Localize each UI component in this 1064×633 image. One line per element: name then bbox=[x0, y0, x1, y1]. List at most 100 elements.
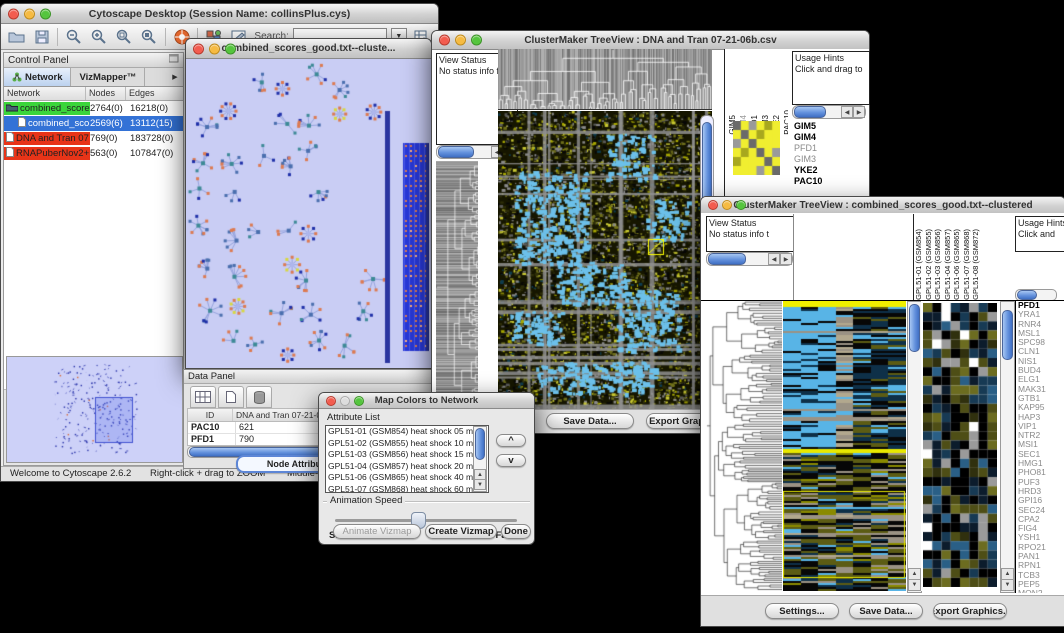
minimize-button[interactable] bbox=[24, 8, 35, 19]
scroll-left-icon[interactable]: ◀ bbox=[768, 253, 780, 265]
heatmap-canvas[interactable] bbox=[498, 111, 712, 409]
attribute-list[interactable]: GPL51-01 (GSM854) heat shock 05 minGPL51… bbox=[325, 425, 489, 493]
attribute-item[interactable]: GPL51-06 (GSM865) heat shock 40 min bbox=[326, 472, 488, 484]
heatmap-vscrollbar[interactable]: ▲ ▼ bbox=[907, 301, 922, 593]
usage-hints-hscrollbar[interactable]: ◀ ▶ bbox=[792, 105, 866, 119]
scroll-right-icon[interactable]: ▶ bbox=[853, 106, 865, 118]
delete-attribute-icon[interactable] bbox=[246, 386, 272, 408]
minimize-button[interactable] bbox=[722, 200, 732, 210]
close-button[interactable] bbox=[439, 35, 450, 46]
gene-label[interactable]: MON2 bbox=[1018, 589, 1064, 593]
zoom-button[interactable] bbox=[736, 200, 746, 210]
save-icon[interactable] bbox=[32, 28, 51, 46]
column-label: GPL51-07 (GSM868) bbox=[962, 229, 972, 300]
scroll-down-icon[interactable]: ▼ bbox=[474, 479, 486, 490]
float-panel-icon[interactable] bbox=[169, 54, 179, 66]
zoom-selected-icon[interactable] bbox=[140, 28, 159, 46]
treeview-action-button[interactable]: Settings... bbox=[765, 603, 839, 619]
network-view-titlebar[interactable]: combined_scores_good.txt--cluste... bbox=[186, 39, 431, 59]
tab-vizmapper[interactable]: VizMapper™ bbox=[71, 68, 145, 86]
scrollbar-thumb[interactable] bbox=[909, 304, 920, 352]
zoom-button[interactable] bbox=[471, 35, 482, 46]
animation-speed-slider[interactable] bbox=[335, 519, 517, 522]
window-title: Cytoscape Desktop (Session Name: collins… bbox=[89, 8, 350, 20]
zoom-fit-icon[interactable] bbox=[115, 28, 134, 46]
network-overview-canvas[interactable] bbox=[7, 357, 180, 460]
zoom-button[interactable] bbox=[40, 8, 51, 19]
minimize-button[interactable] bbox=[340, 396, 350, 406]
treeview1-titlebar[interactable]: ClusterMaker TreeView : DNA and Tran 07-… bbox=[432, 31, 869, 50]
row-dendrogram-canvas[interactable] bbox=[706, 301, 782, 591]
scrollbar-thumb[interactable] bbox=[1017, 290, 1037, 300]
done-button[interactable]: Done bbox=[501, 524, 531, 539]
network-overview-panel[interactable] bbox=[6, 356, 183, 463]
scrollbar-thumb[interactable] bbox=[438, 146, 474, 158]
control-panel-title: Control Panel bbox=[8, 55, 69, 66]
treeview-action-button[interactable]: Export Graphics... bbox=[933, 603, 1007, 619]
new-attribute-icon[interactable] bbox=[218, 386, 244, 408]
zoom-button[interactable] bbox=[354, 396, 364, 406]
network-view-window: combined_scores_good.txt--cluste... bbox=[185, 38, 432, 369]
close-button[interactable] bbox=[193, 43, 204, 54]
attribute-item[interactable]: GPL51-02 (GSM855) heat shock 10 min bbox=[326, 438, 488, 450]
scrollbar-thumb[interactable] bbox=[1002, 310, 1013, 360]
network-row[interactable]: combined_scores 2764(0) 16218(0) bbox=[4, 101, 183, 116]
global-heatmap-canvas[interactable] bbox=[783, 301, 906, 591]
detail-matrix-canvas[interactable] bbox=[733, 121, 780, 175]
attribute-table-icon[interactable] bbox=[190, 386, 216, 408]
gene-label[interactable]: PFD1 bbox=[794, 143, 864, 154]
desktop: Cytoscape Desktop (Session Name: collins… bbox=[0, 0, 1064, 633]
dialog-titlebar[interactable]: Map Colors to Network bbox=[319, 393, 534, 409]
gene-label[interactable]: PAC10 bbox=[794, 176, 864, 187]
minimize-button[interactable] bbox=[455, 35, 466, 46]
network-row[interactable]: DNA and Tran 07 769(0) 183728(0) bbox=[4, 131, 183, 146]
treeview-action-button[interactable]: Save Data... bbox=[849, 603, 923, 619]
detail-vscrollbar[interactable]: ▲ ▼ bbox=[1000, 301, 1015, 593]
scrollbar-thumb[interactable] bbox=[708, 253, 746, 265]
gene-label[interactable]: GIM3 bbox=[794, 154, 864, 165]
cytoscape-titlebar[interactable]: Cytoscape Desktop (Session Name: collins… bbox=[1, 4, 438, 24]
zoom-in-icon[interactable] bbox=[89, 28, 108, 46]
scrollbar-thumb[interactable] bbox=[475, 428, 485, 460]
column-dendrogram-canvas[interactable] bbox=[498, 49, 712, 110]
close-button[interactable] bbox=[8, 8, 19, 19]
close-button[interactable] bbox=[326, 396, 336, 406]
attribute-item[interactable]: GPL51-04 (GSM857) heat shock 20 min bbox=[326, 461, 488, 473]
scroll-down-icon[interactable]: ▼ bbox=[908, 579, 921, 591]
gene-label[interactable]: YKE2 bbox=[794, 165, 864, 176]
attribute-item[interactable]: GPL51-03 (GSM856) heat shock 15 min bbox=[326, 449, 488, 461]
row-dendrogram-canvas[interactable] bbox=[436, 161, 478, 417]
column-label: GPL51-08 (GSM872) bbox=[971, 229, 981, 300]
animate-vizmap-button[interactable]: Animate Vizmap bbox=[333, 524, 421, 539]
network-table: combined_scores 2764(0) 16218(0) combine… bbox=[4, 101, 183, 301]
move-up-button[interactable]: ^ bbox=[496, 434, 526, 447]
attribute-item[interactable]: GPL51-01 (GSM854) heat shock 05 min bbox=[326, 426, 488, 438]
status-welcome: Welcome to Cytoscape 2.6.2 bbox=[10, 468, 131, 479]
gene-label[interactable]: GIM5 bbox=[794, 121, 864, 132]
minimize-button[interactable] bbox=[209, 43, 220, 54]
attribute-list-vscrollbar[interactable]: ▲ ▼ bbox=[473, 426, 487, 492]
network-row[interactable]: combined_sco 2569(6) 13112(15) bbox=[4, 116, 183, 131]
create-vizmap-button[interactable]: Create Vizmap bbox=[425, 524, 497, 539]
move-down-button[interactable]: v bbox=[496, 454, 526, 467]
scrollbar-thumb[interactable] bbox=[794, 106, 826, 118]
close-button[interactable] bbox=[708, 200, 718, 210]
tab-network[interactable]: Network bbox=[4, 68, 71, 86]
scroll-left-icon[interactable]: ◀ bbox=[841, 106, 853, 118]
open-file-icon[interactable] bbox=[7, 28, 26, 46]
treeview2-titlebar[interactable]: ClusterMaker TreeView : combined_scores_… bbox=[701, 197, 1064, 214]
zoom-button[interactable] bbox=[225, 43, 236, 54]
tab-overflow-icon[interactable]: ▶ bbox=[167, 68, 183, 86]
dialog-title: Map Colors to Network bbox=[375, 395, 478, 406]
network-view-canvas[interactable] bbox=[186, 59, 429, 367]
network-row[interactable]: RNAPuberNov2+| 563(0) 107847(0) bbox=[4, 146, 183, 161]
map-colors-dialog: Map Colors to Network Attribute List GPL… bbox=[318, 392, 535, 545]
scroll-down-icon[interactable]: ▼ bbox=[1001, 579, 1014, 591]
gene-label[interactable]: GIM4 bbox=[794, 132, 864, 143]
treeview-action-button[interactable]: Save Data... bbox=[546, 413, 634, 429]
attribute-item[interactable]: GPL51-07 (GSM868) heat shock 60 min bbox=[326, 484, 488, 494]
view-status-hscrollbar[interactable]: ◀ ▶ bbox=[706, 252, 793, 266]
detail-heatmap-canvas[interactable] bbox=[923, 303, 997, 587]
zoom-out-icon[interactable] bbox=[64, 28, 83, 46]
scroll-right-icon[interactable]: ▶ bbox=[780, 253, 792, 265]
